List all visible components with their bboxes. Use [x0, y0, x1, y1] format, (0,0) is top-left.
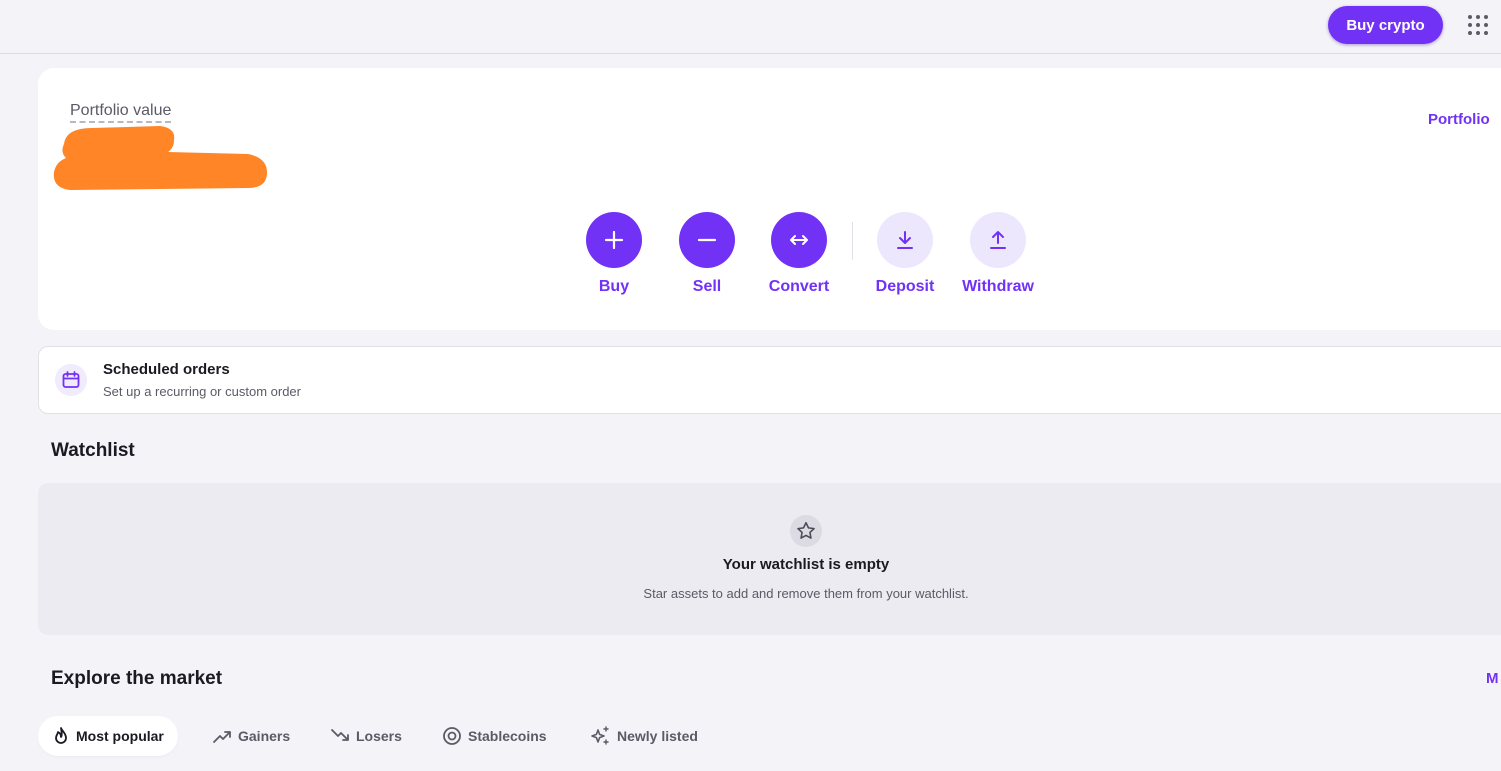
- stablecoin-icon: [443, 727, 461, 745]
- action-divider: [852, 222, 853, 260]
- portfolio-link[interactable]: Portfolio: [1428, 111, 1490, 128]
- arrows-horizontal-icon: [771, 212, 827, 268]
- tab-gainers-label: Gainers: [238, 728, 291, 744]
- buy-action-button[interactable]: Buy: [569, 212, 659, 296]
- trend-up-icon: [213, 731, 231, 743]
- plus-icon: [586, 212, 642, 268]
- grid-dots-icon[interactable]: [1466, 13, 1490, 37]
- tab-newly-listed-label: Newly listed: [617, 728, 698, 744]
- portfolio-card: Portfolio value Portfolio Buy Sell Conve…: [38, 68, 1501, 330]
- convert-action-button[interactable]: Convert: [754, 212, 844, 296]
- buy-crypto-button[interactable]: Buy crypto: [1328, 6, 1443, 44]
- market-more-link[interactable]: M: [1486, 670, 1499, 687]
- watchlist-empty-state: Your watchlist is empty Star assets to a…: [38, 483, 1501, 635]
- tab-losers[interactable]: Losers: [316, 716, 416, 756]
- top-bar: Buy crypto: [0, 0, 1501, 54]
- portfolio-value-label[interactable]: Portfolio value: [70, 102, 172, 123]
- tab-most-popular[interactable]: Most popular: [38, 716, 178, 756]
- deposit-action-label: Deposit: [875, 278, 935, 295]
- flame-icon: [55, 727, 67, 744]
- deposit-action-button[interactable]: Deposit: [860, 212, 950, 296]
- portfolio-value-redaction: [53, 126, 268, 190]
- sell-action-label: Sell: [692, 278, 722, 295]
- explore-market-heading: Explore the market: [51, 668, 223, 689]
- watchlist-heading: Watchlist: [51, 440, 135, 461]
- scheduled-orders-card[interactable]: Scheduled orders Set up a recurring or c…: [38, 346, 1501, 414]
- scheduled-orders-title: Scheduled orders: [103, 361, 230, 378]
- tab-losers-label: Losers: [356, 728, 402, 744]
- trend-down-icon: [331, 729, 349, 741]
- download-icon: [877, 212, 933, 268]
- tab-most-popular-label: Most popular: [76, 728, 164, 744]
- sparkles-icon: [591, 726, 609, 745]
- watchlist-empty-title: Your watchlist is empty: [722, 556, 890, 573]
- scheduled-orders-subtitle: Set up a recurring or custom order: [103, 384, 301, 399]
- star-icon: [790, 515, 822, 547]
- tab-newly-listed[interactable]: Newly listed: [575, 716, 712, 756]
- tab-stablecoins[interactable]: Stablecoins: [428, 716, 561, 756]
- minus-icon: [679, 212, 735, 268]
- upload-icon: [970, 212, 1026, 268]
- buy-action-label: Buy: [598, 278, 630, 295]
- tab-stablecoins-label: Stablecoins: [468, 728, 547, 744]
- quick-actions: Buy Sell Convert Deposit Withdraw: [38, 212, 1501, 302]
- sell-action-button[interactable]: Sell: [662, 212, 752, 296]
- watchlist-empty-subtitle: Star assets to add and remove them from …: [643, 586, 969, 601]
- withdraw-action-label: Withdraw: [962, 278, 1034, 295]
- tab-gainers[interactable]: Gainers: [198, 716, 304, 756]
- convert-action-label: Convert: [768, 278, 830, 295]
- calendar-icon: [55, 364, 87, 396]
- withdraw-action-button[interactable]: Withdraw: [953, 212, 1043, 296]
